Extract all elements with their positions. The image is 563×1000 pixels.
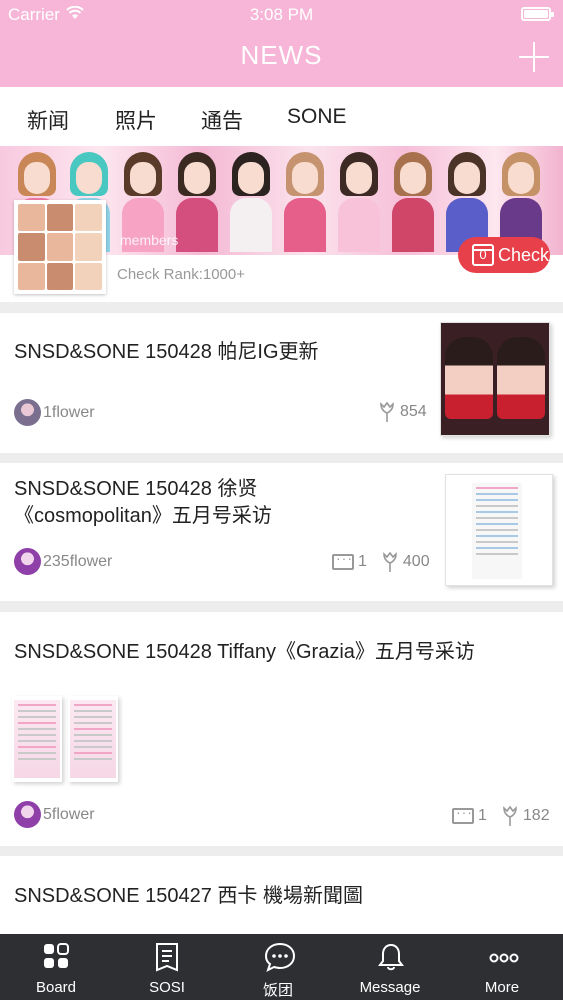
tab-news[interactable]: 新闻 — [23, 105, 73, 151]
more-icon — [489, 953, 519, 963]
bottom-tab-bar: Board SOSI 饭团 Message More — [0, 934, 563, 1000]
post-image[interactable] — [12, 696, 62, 782]
comment-icon — [332, 550, 354, 570]
post-image[interactable] — [445, 474, 553, 586]
news-post[interactable]: SNSD&SONE 150428 徐贤《cosmopolitan》五月号采访 2… — [0, 463, 563, 601]
flower-icon — [380, 401, 394, 422]
app-root: Carrier 3:08 PM NEWS 新闻 照片 通告 SONE membe… — [0, 0, 563, 1000]
bell-icon — [378, 943, 404, 971]
tab-photos[interactable]: 照片 — [115, 105, 157, 135]
tab-sosi[interactable]: SOSI — [111, 934, 223, 1000]
author-name: 5flower — [43, 805, 95, 823]
battery-icon — [521, 7, 554, 21]
post-stats: 1 182 — [452, 804, 550, 827]
post-author[interactable]: 1flower — [14, 399, 95, 426]
tab-notices[interactable]: 通告 — [201, 105, 243, 135]
status-time: 3:08 PM — [249, 5, 314, 24]
post-author[interactable]: 5flower — [14, 801, 95, 828]
category-tabs: 新闻 照片 通告 SONE — [0, 87, 563, 151]
add-button[interactable] — [519, 42, 549, 72]
post-title: SNSD&SONE 150427 西卡 機場新聞圖 — [14, 885, 363, 907]
tab-label: SOSI — [149, 979, 185, 996]
likes-count: 182 — [522, 807, 550, 824]
author-name: 1flower — [43, 403, 95, 421]
check-rank-text: Check Rank:1000+ — [117, 266, 245, 283]
post-stats: 1 400 — [332, 550, 430, 573]
flower-icon — [503, 805, 517, 826]
comments-count: 1 — [358, 553, 367, 570]
likes-count: 400 — [402, 553, 430, 570]
news-post[interactable]: SNSD&SONE 150428 Tiffany《Grazia》五月号采访 5f… — [0, 612, 563, 846]
members-label: members — [120, 232, 179, 248]
post-image[interactable] — [68, 696, 118, 782]
tab-label: Board — [35, 979, 77, 996]
top-bar: Carrier 3:08 PM NEWS — [0, 0, 563, 87]
avatar — [14, 801, 41, 828]
comment-icon — [452, 804, 474, 824]
post-title: SNSD&SONE 150428 帕尼IG更新 — [14, 341, 319, 363]
board-icon — [44, 943, 69, 968]
news-post[interactable]: SNSD&SONE 150428 帕尼IG更新 1flower 854 — [0, 313, 563, 453]
avatar — [14, 399, 41, 426]
tab-board[interactable]: Board — [0, 934, 112, 1000]
tab-sone[interactable]: SONE — [287, 105, 347, 129]
likes-count: 854 — [400, 403, 427, 420]
calendar-icon: 0 — [472, 244, 494, 266]
tab-fantuan[interactable]: 饭团 — [222, 934, 334, 1000]
post-title: SNSD&SONE 150428 Tiffany《Grazia》五月号采访 — [14, 641, 475, 663]
author-name: 235flower — [43, 552, 113, 570]
tab-label: 饭团 — [262, 982, 293, 999]
post-stats: 854 — [378, 401, 427, 423]
avatar — [14, 548, 41, 575]
check-in-label: Check — [498, 245, 550, 265]
post-title: SNSD&SONE 150428 徐贤《cosmopolitan》五月号采访 — [14, 478, 272, 527]
members-thumbnail[interactable] — [14, 200, 106, 294]
news-post[interactable]: SNSD&SONE 150427 西卡 機場新聞圖 — [0, 856, 563, 934]
flower-icon — [383, 551, 397, 572]
post-image[interactable] — [440, 322, 550, 436]
comments-count: 1 — [478, 807, 487, 824]
nav-title: NEWS — [240, 40, 323, 70]
sosi-icon — [156, 943, 178, 972]
status-bar: Carrier 3:08 PM — [0, 0, 563, 28]
chat-bubble-icon — [264, 942, 296, 972]
check-in-button[interactable]: 0 Check — [458, 237, 550, 273]
tab-label: More — [484, 979, 520, 996]
post-author[interactable]: 235flower — [14, 548, 112, 575]
tab-label: Message — [359, 979, 421, 996]
checkin-banner-card: members Check Rank:1000+ 0 Check — [0, 146, 563, 302]
tab-message[interactable]: Message — [334, 934, 446, 1000]
tab-more[interactable]: More — [446, 934, 558, 1000]
